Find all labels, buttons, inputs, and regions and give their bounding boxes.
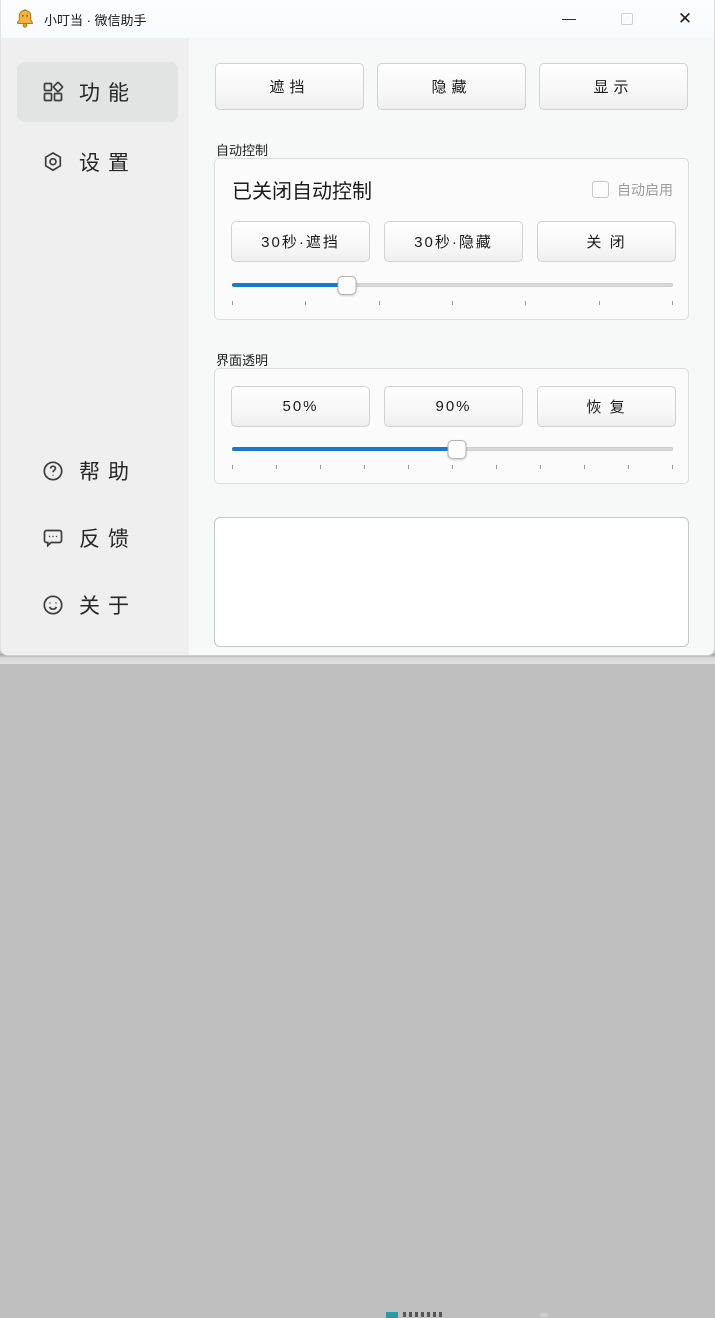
auto-control-buttons: 30秒·遮挡 30秒·隐藏 关 闭 bbox=[231, 221, 676, 262]
slider-ticks bbox=[232, 465, 673, 469]
auto-control-slider[interactable] bbox=[232, 275, 673, 309]
slider-fill bbox=[232, 283, 347, 287]
auto-control-status-row: 已关闭自动控制 自动启用 bbox=[232, 175, 673, 204]
auto-off-button[interactable]: 关 闭 bbox=[537, 221, 676, 262]
about-smiley-icon bbox=[41, 593, 65, 617]
transparency-groupbox: 50% 90% 恢 复 bbox=[214, 368, 689, 484]
app-bell-icon bbox=[14, 8, 36, 30]
window-controls: ✕ bbox=[540, 0, 714, 38]
close-icon: ✕ bbox=[678, 11, 692, 28]
minimize-button[interactable] bbox=[540, 0, 598, 38]
sidebar-item-about[interactable]: 关于 bbox=[17, 575, 178, 635]
sidebar-item-label: 帮助 bbox=[79, 456, 137, 486]
minimize-icon bbox=[562, 19, 576, 20]
main-content: 遮挡 隐藏 显示 自动控制 已关闭自动控制 自动启用 30秒·遮挡 30秒·隐藏… bbox=[189, 38, 714, 655]
opacity-restore-button[interactable]: 恢 复 bbox=[537, 386, 676, 427]
log-textarea[interactable] bbox=[214, 517, 689, 647]
close-button[interactable]: ✕ bbox=[656, 0, 714, 38]
title-bar[interactable]: 小叮当 · 微信助手 ✕ bbox=[1, 0, 714, 38]
sidebar-item-feedback[interactable]: 反馈 bbox=[17, 508, 178, 568]
auto-control-status-text: 已关闭自动控制 bbox=[232, 175, 372, 204]
cover-30s-button[interactable]: 30秒·遮挡 bbox=[231, 221, 370, 262]
transparency-slider[interactable] bbox=[232, 439, 673, 473]
taskbar-sliver-dot bbox=[540, 1313, 548, 1317]
sidebar-item-help[interactable]: 帮助 bbox=[17, 441, 178, 501]
sidebar-item-label: 功能 bbox=[79, 77, 137, 107]
taskbar-sliver-teal bbox=[386, 1312, 398, 1318]
opacity-50-button[interactable]: 50% bbox=[231, 386, 370, 427]
window-title: 小叮当 · 微信助手 bbox=[44, 10, 147, 29]
cover-button[interactable]: 遮挡 bbox=[215, 63, 364, 110]
hide-30s-button[interactable]: 30秒·隐藏 bbox=[384, 221, 523, 262]
auto-control-group-label: 自动控制 bbox=[216, 140, 268, 159]
quick-action-row: 遮挡 隐藏 显示 bbox=[215, 63, 688, 110]
checkbox-icon bbox=[592, 181, 609, 198]
auto-enable-label: 自动启用 bbox=[617, 180, 673, 200]
app-window: 小叮当 · 微信助手 ✕ 功能 bbox=[0, 0, 715, 656]
sidebar-item-label: 关于 bbox=[79, 590, 137, 620]
sidebar-item-settings[interactable]: 设置 bbox=[17, 132, 178, 192]
transparency-buttons: 50% 90% 恢 复 bbox=[231, 386, 676, 427]
sidebar-item-label: 反馈 bbox=[79, 523, 137, 553]
sidebar-item-label: 设置 bbox=[79, 147, 137, 177]
apps-grid-icon bbox=[41, 80, 65, 104]
taskbar-sliver-marks bbox=[403, 1312, 443, 1317]
slider-track bbox=[232, 283, 673, 287]
sidebar-item-functions[interactable]: 功能 bbox=[17, 62, 178, 122]
sidebar: 功能 设置 帮助 bbox=[1, 38, 189, 655]
feedback-bubble-icon bbox=[41, 526, 65, 550]
settings-hexagon-icon bbox=[41, 150, 65, 174]
help-circle-icon bbox=[41, 459, 65, 483]
show-button[interactable]: 显示 bbox=[539, 63, 688, 110]
slider-thumb[interactable] bbox=[447, 440, 466, 459]
auto-enable-checkbox[interactable]: 自动启用 bbox=[592, 180, 673, 200]
hide-button[interactable]: 隐藏 bbox=[377, 63, 526, 110]
transparency-group-label: 界面透明 bbox=[216, 350, 268, 369]
opacity-90-button[interactable]: 90% bbox=[384, 386, 523, 427]
slider-ticks bbox=[232, 301, 673, 305]
slider-thumb[interactable] bbox=[337, 276, 356, 295]
maximize-button[interactable] bbox=[598, 0, 656, 38]
slider-fill bbox=[232, 447, 457, 451]
maximize-icon bbox=[621, 13, 633, 25]
auto-control-groupbox: 已关闭自动控制 自动启用 30秒·遮挡 30秒·隐藏 关 闭 bbox=[214, 158, 689, 320]
